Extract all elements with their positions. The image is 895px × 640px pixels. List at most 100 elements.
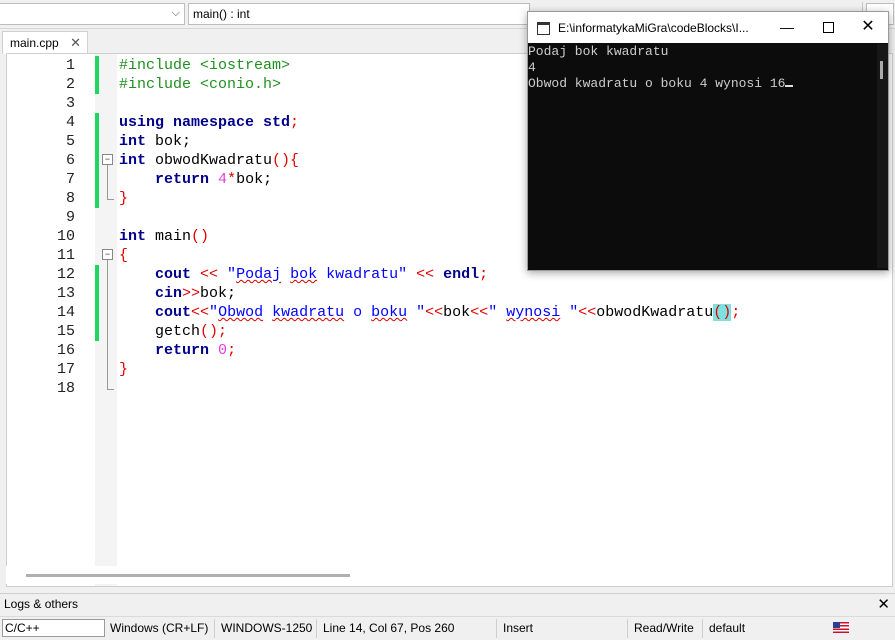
scrollbar-thumb[interactable] — [26, 574, 350, 577]
operator: << — [407, 266, 444, 283]
line-number: 3 — [65, 95, 75, 112]
string-literal — [281, 266, 290, 283]
code-text: bok; — [200, 285, 237, 302]
edit-mode: Insert — [503, 621, 534, 635]
code-line: using namespace std; — [119, 113, 299, 132]
keyword: cout — [155, 304, 192, 321]
function-combo-value: main() : int — [193, 7, 250, 21]
line-number: 7 — [65, 171, 75, 188]
spell-error: boku — [371, 304, 408, 321]
line-number: 16 — [56, 342, 75, 359]
line-number: 13 — [56, 285, 75, 302]
operator: << — [578, 304, 597, 321]
close-icon[interactable]: ✕ — [848, 17, 888, 37]
us-flag-icon — [833, 622, 849, 633]
console-output[interactable]: Podaj bok kwadratu 4 Obwod kwadratu o bo… — [528, 44, 876, 268]
tab-main-cpp[interactable]: main.cpp ✕ — [2, 31, 88, 54]
fold-end — [107, 389, 114, 390]
code-line: cout<<"Obwod kwadratu o boku "<<bok<<" w… — [119, 303, 740, 322]
console-line: 4 — [528, 60, 536, 75]
operator: >> — [182, 285, 201, 302]
status-divider — [316, 619, 317, 638]
console-window[interactable]: E:\informatykaMiGra\codeBlocks\I... — ✕ … — [527, 11, 889, 271]
operator: * — [227, 171, 237, 188]
spell-error: kwadratu — [272, 304, 345, 321]
close-icon[interactable]: ✕ — [70, 35, 81, 51]
status-divider — [214, 619, 215, 638]
operator: << — [191, 304, 210, 321]
line-number: 9 — [65, 209, 75, 226]
status-bar: C/C++ Windows (CR+LF) WINDOWS-1250 Line … — [0, 616, 895, 640]
brace-match-highlight: () — [713, 304, 732, 321]
line-number: 10 — [56, 228, 75, 245]
keyword: cin — [155, 285, 183, 302]
line-number: 2 — [65, 76, 75, 93]
code-text: obwodKwadratu — [596, 304, 714, 321]
keyword: endl — [443, 266, 480, 283]
maximize-icon[interactable] — [809, 17, 849, 37]
tab-label: main.cpp — [10, 36, 59, 50]
encoding: WINDOWS-1250 — [221, 621, 313, 635]
function-name: main — [146, 228, 192, 245]
string-literal: " — [227, 266, 237, 283]
console-text: Obwod kwadratu o boku 4 wynosi 16 — [528, 76, 786, 91]
console-line: Obwod kwadratu o boku 4 wynosi 16 — [528, 76, 876, 92]
fold-line — [107, 260, 108, 390]
line-number: 6 — [65, 152, 75, 169]
status-divider — [496, 619, 497, 638]
fold-toggle-icon[interactable]: − — [102, 154, 113, 165]
code-line: } — [119, 361, 129, 378]
console-scrollbar[interactable] — [877, 44, 888, 268]
line-number: 1 — [65, 57, 75, 74]
console-titlebar[interactable]: E:\informatykaMiGra\codeBlocks\I... — ✕ — [528, 12, 888, 43]
code-line: return 4*bok; — [119, 170, 272, 189]
line-number: 12 — [56, 266, 75, 283]
code-line: return 0; — [119, 341, 236, 360]
code-line: #include <iostream> — [119, 57, 291, 74]
line-number: 14 — [56, 304, 75, 321]
bracket: () — [200, 323, 219, 340]
scope-combo[interactable]: ⌵ — [0, 3, 185, 25]
code-line: int obwodKwadratu(){ — [119, 151, 299, 170]
line-number: 11 — [56, 247, 75, 264]
change-marker — [95, 56, 99, 94]
string-literal: " — [407, 304, 426, 321]
code-line: #include <conio.h> — [119, 76, 282, 93]
minimize-icon[interactable]: — — [767, 17, 807, 37]
line-endings: Windows (CR+LF) — [110, 621, 209, 635]
keyword: int — [119, 152, 147, 169]
horizontal-scrollbar[interactable] — [6, 566, 891, 584]
close-icon[interactable]: ✕ — [877, 595, 890, 613]
function-combo[interactable]: main() : int — [188, 3, 530, 25]
operator: << — [470, 304, 489, 321]
code-line: { — [119, 247, 129, 264]
code-text: bok; — [236, 171, 273, 188]
spell-error: Obwod — [218, 304, 264, 321]
code-line: getch(); — [119, 322, 227, 341]
scrollbar-thumb[interactable] — [880, 61, 883, 79]
line-number: 4 — [65, 114, 75, 131]
number-literal: 4 — [218, 171, 228, 188]
language-field[interactable]: C/C++ — [2, 619, 105, 637]
string-literal — [263, 304, 272, 321]
number-literal: 0 — [218, 342, 228, 359]
operator: ; — [227, 342, 237, 359]
keyword: using namespace std — [119, 114, 291, 131]
fold-line — [107, 165, 108, 200]
code-line: cin>>bok; — [119, 284, 236, 303]
logs-title: Logs & others — [4, 597, 79, 611]
status-divider — [702, 619, 703, 638]
chevron-down-icon[interactable]: ⌵ — [172, 7, 180, 20]
logs-panel-header[interactable]: Logs & others ✕ — [0, 593, 895, 615]
fold-toggle-icon[interactable]: − — [102, 249, 113, 260]
console-title: E:\informatykaMiGra\codeBlocks\I... — [558, 21, 749, 35]
code-line: int main() — [119, 227, 209, 246]
operator: << — [425, 304, 444, 321]
line-number: 5 — [65, 133, 75, 150]
code-line: int bok; — [119, 132, 191, 151]
